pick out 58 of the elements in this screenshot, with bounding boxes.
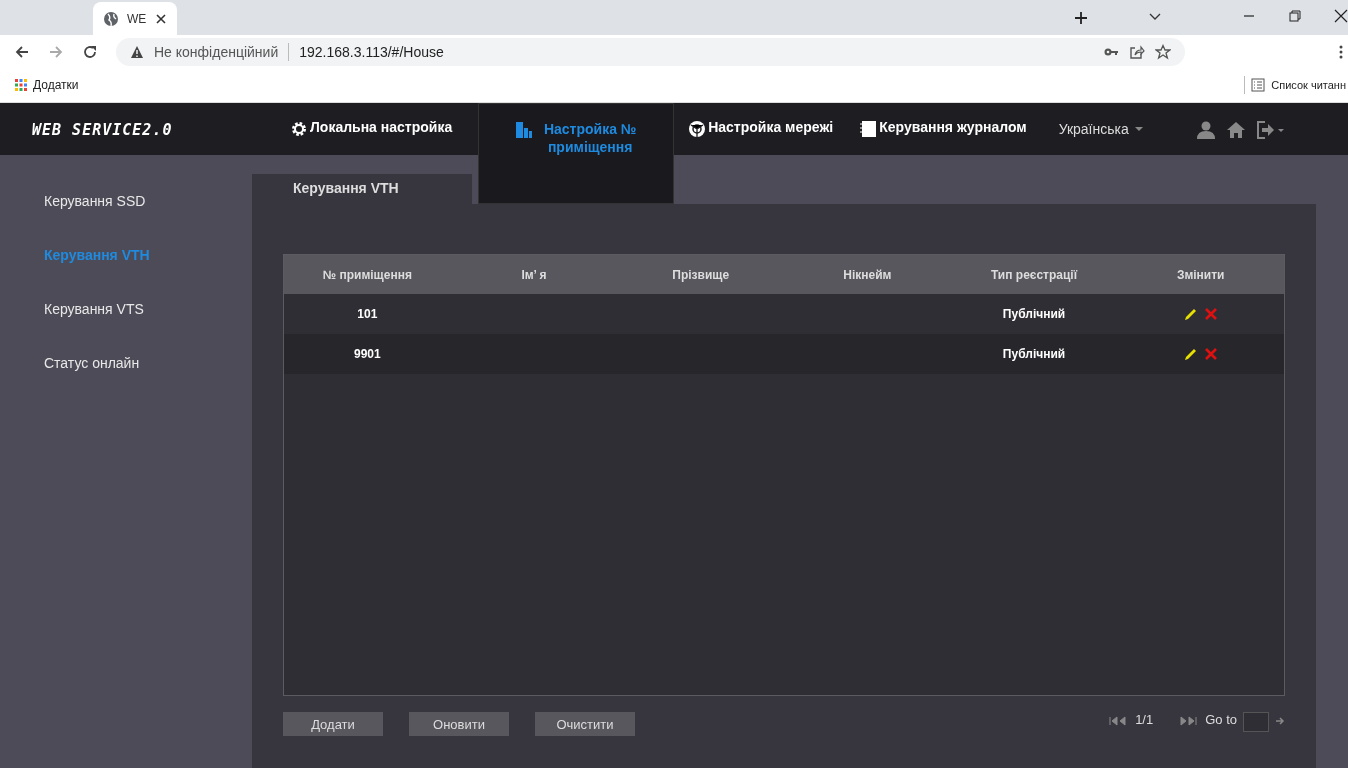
- back-icon[interactable]: [14, 43, 30, 60]
- apps-icon[interactable]: [15, 79, 27, 91]
- action-button[interactable]: Очистити: [535, 712, 635, 736]
- caret-icon: [1134, 127, 1143, 131]
- last-page-icon[interactable]: [1179, 716, 1198, 726]
- share-icon[interactable]: [1129, 43, 1145, 60]
- column-header: Прізвище: [671, 267, 731, 282]
- panel-tab[interactable]: Керування VTH: [252, 174, 472, 204]
- arrow-right-icon[interactable]: [1275, 716, 1285, 726]
- close-icon[interactable]: [155, 12, 167, 25]
- page-input[interactable]: [1243, 712, 1269, 732]
- nav-tab[interactable]: Локальна настройка: [290, 103, 467, 155]
- table-cell: Публічний: [1002, 347, 1066, 361]
- sidebar-item[interactable]: Керування VTS: [0, 301, 252, 317]
- sidebar-item[interactable]: Статус онлайн: [0, 355, 252, 371]
- new-tab-icon[interactable]: [1074, 11, 1088, 25]
- close-icon[interactable]: [1334, 9, 1348, 23]
- bookmark-link[interactable]: Додатки: [33, 78, 79, 92]
- nav-tab[interactable]: Настройка № приміщення: [478, 103, 675, 204]
- restore-icon[interactable]: [1288, 9, 1302, 23]
- security-label: Не конфіденційний: [154, 43, 279, 60]
- reload-icon[interactable]: [82, 43, 98, 60]
- column-header: № приміщення: [321, 267, 413, 282]
- language-dropdown[interactable]: Українська: [1058, 103, 1143, 137]
- logo-text: WEB SERVICE2.0: [31, 120, 174, 139]
- warning-icon: [130, 44, 144, 59]
- user-icon[interactable]: [1196, 121, 1215, 139]
- table-cell: Публічний: [1002, 307, 1066, 321]
- building-icon: [515, 121, 534, 139]
- notebook-icon: [859, 120, 878, 138]
- action-button[interactable]: Додати: [283, 712, 383, 736]
- action-button[interactable]: Оновити: [409, 712, 509, 736]
- logout-icon[interactable]: [1256, 121, 1285, 139]
- delete-icon[interactable]: [1203, 347, 1218, 361]
- goto-label: Go to: [1205, 712, 1237, 727]
- nav-tab[interactable]: Керування журналом: [859, 103, 1041, 155]
- tab-title: WE: [127, 11, 147, 26]
- gear-icon: [290, 120, 308, 138]
- pencil-icon[interactable]: [1183, 347, 1198, 361]
- column-header: Ім’ я: [520, 267, 548, 282]
- menu-icon[interactable]: [1338, 43, 1344, 60]
- nav-tab[interactable]: Настройка мережі: [688, 103, 860, 155]
- sidebar-item[interactable]: Керування SSD: [0, 193, 252, 209]
- browser-tab[interactable]: WE: [93, 2, 177, 35]
- star-icon[interactable]: [1155, 43, 1171, 60]
- table-cell: 101: [357, 307, 378, 321]
- column-header: Змінити: [1175, 267, 1226, 282]
- address-bar[interactable]: Не конфіденційний 192.168.3.113/#/House: [116, 37, 1185, 66]
- pencil-icon[interactable]: [1183, 307, 1198, 321]
- first-page-icon[interactable]: [1109, 716, 1128, 726]
- column-header: Тип реєстрації: [989, 267, 1079, 282]
- home-icon[interactable]: [1226, 121, 1245, 139]
- reading-list-link[interactable]: Список читанн: [1271, 79, 1346, 91]
- delete-icon[interactable]: [1203, 307, 1218, 321]
- page-indicator: 1/1: [1135, 712, 1154, 727]
- column-header: Нікнейм: [842, 267, 893, 282]
- url-text: 192.168.3.113/#/House: [299, 43, 444, 60]
- table-cell: 9901: [354, 347, 381, 361]
